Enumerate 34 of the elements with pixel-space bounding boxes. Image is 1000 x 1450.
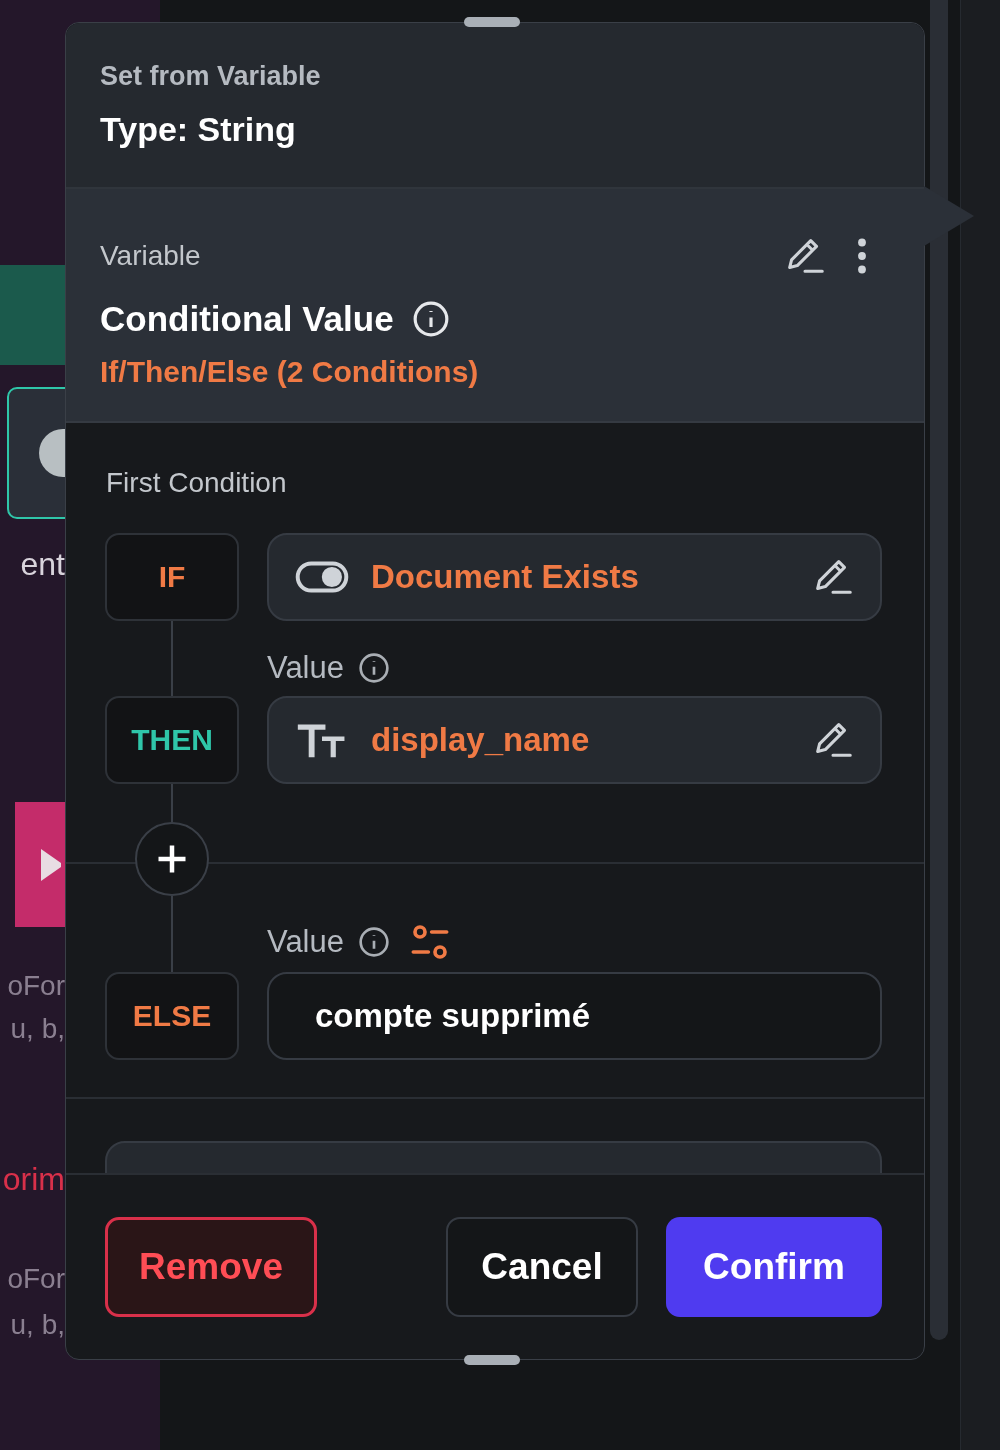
cut-text: oFor (6, 972, 65, 1000)
cancel-button[interactable]: Cancel (446, 1217, 638, 1317)
cut-text: orim (1, 1163, 65, 1195)
field-value: display_name (371, 721, 591, 759)
else-tag: ELSE (105, 972, 239, 1060)
options-icon[interactable] (410, 922, 450, 962)
dialog-subtitle: Set from Variable (100, 61, 322, 92)
variable-name: Conditional Value (100, 299, 394, 339)
value-label: Value (267, 650, 344, 686)
field-value: compte supprimé (315, 997, 592, 1035)
confirm-button[interactable]: Confirm (666, 1217, 882, 1317)
info-icon (358, 926, 390, 958)
more-icon[interactable] (856, 238, 868, 274)
then-tag: THEN (105, 696, 239, 784)
cut-text: u, b, (9, 1311, 65, 1339)
field-value: Document Exists (371, 558, 640, 596)
scrollbar[interactable] (930, 0, 948, 1340)
cut-text: oFor (6, 1265, 65, 1293)
dialog-title: Type: String (100, 110, 297, 149)
remove-button[interactable]: Remove (105, 1217, 317, 1317)
info-icon (358, 652, 390, 684)
info-icon (411, 300, 450, 338)
variable-label: Variable (100, 240, 201, 272)
drag-handle[interactable] (464, 17, 520, 27)
value-field[interactable]: Document Exists (267, 533, 882, 621)
value-field[interactable]: compte supprimé (267, 972, 882, 1060)
variable-summary: If/Then/Else (2 Conditions) (100, 355, 480, 389)
condition-title: First Condition (106, 467, 288, 499)
drag-handle[interactable] (464, 1355, 520, 1365)
value-label: Value (267, 924, 344, 960)
cut-text: u, b, (9, 1015, 65, 1043)
if-tag: IF (105, 533, 239, 621)
cut-text: ent (19, 548, 65, 580)
value-field[interactable]: display_name (267, 696, 882, 784)
